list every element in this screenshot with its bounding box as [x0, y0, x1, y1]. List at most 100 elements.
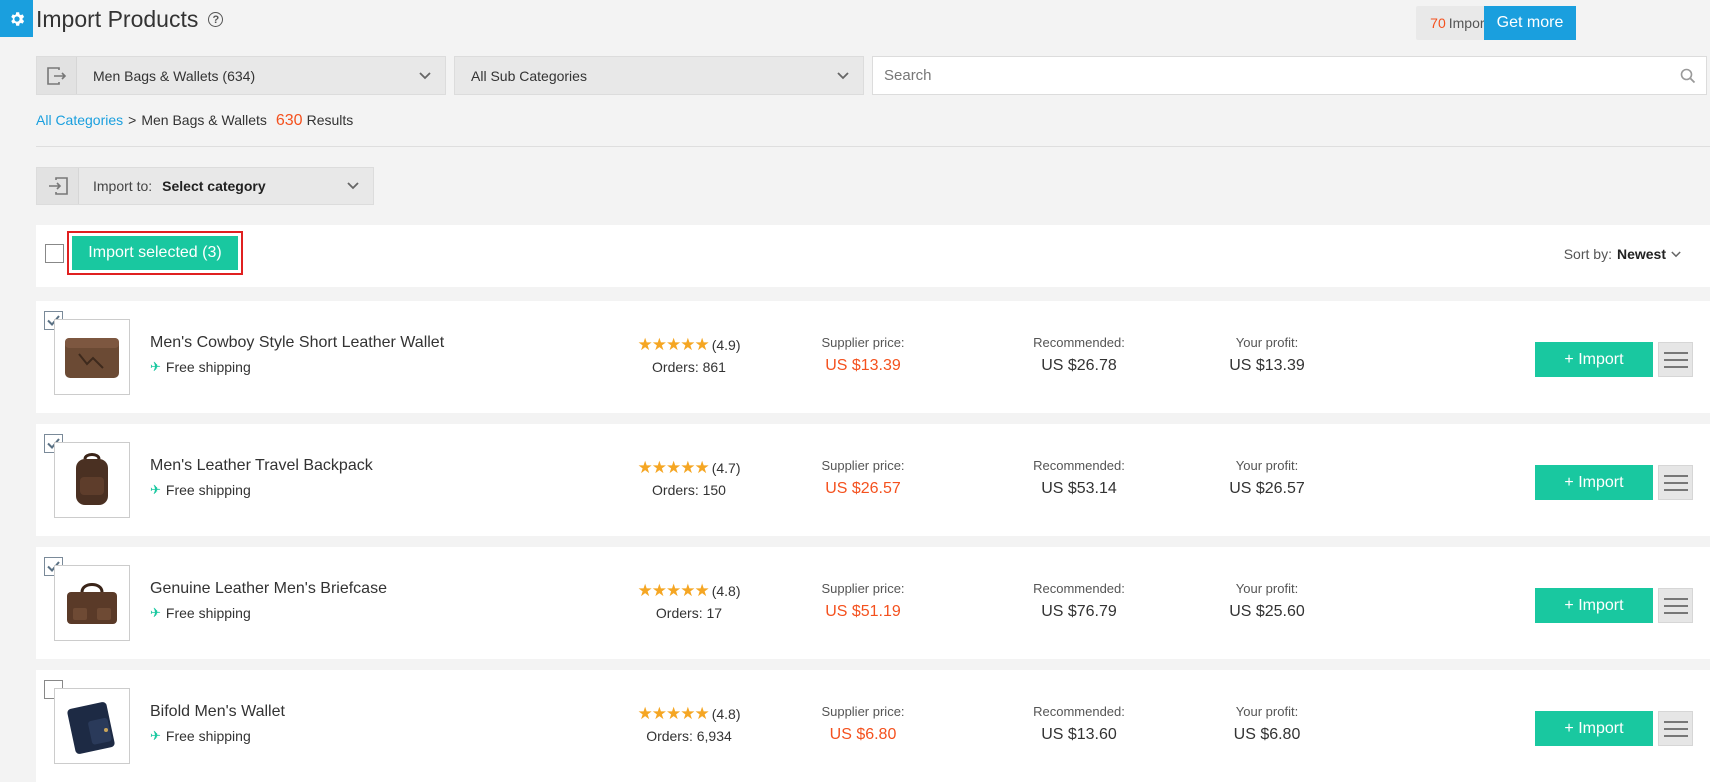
supplier-price: Supplier price: US $51.19: [783, 581, 943, 621]
profit: Your profit: US $25.60: [1187, 581, 1347, 621]
hamburger-menu-icon[interactable]: [1658, 342, 1693, 377]
question-icon[interactable]: ?: [208, 12, 224, 27]
star-rating-icon: ★★★★★: [637, 458, 710, 477]
product-row: Men's Leather Travel Backpack ✈ Free shi…: [36, 424, 1710, 536]
supplier-price-label: Supplier price:: [821, 581, 905, 596]
chevron-down-icon: [823, 71, 863, 80]
airplane-icon: ✈: [150, 359, 161, 374]
rating-value: (4.7): [711, 460, 741, 476]
import-icon: [37, 168, 79, 204]
airplane-icon: ✈: [150, 605, 161, 620]
star-rating-icon: ★★★★★: [637, 704, 710, 723]
hamburger-menu-icon[interactable]: [1658, 711, 1693, 746]
free-shipping: ✈ Free shipping: [150, 359, 251, 375]
rating-value: (4.8): [711, 706, 741, 722]
order-count: Orders: 150: [652, 482, 726, 498]
recommended-price: Recommended: US $76.79: [999, 581, 1159, 621]
result-count: 630: [275, 112, 303, 129]
get-more-button[interactable]: Get more: [1484, 6, 1576, 40]
product-name[interactable]: Men's Leather Travel Backpack: [150, 457, 373, 475]
supplier-price: Supplier price: US $26.57: [783, 458, 943, 498]
import-button[interactable]: + Import: [1535, 711, 1653, 746]
star-rating-icon: ★★★★★: [637, 581, 710, 600]
product-thumbnail[interactable]: [54, 319, 130, 395]
product-name[interactable]: Bifold Men's Wallet: [150, 703, 285, 721]
product-thumbnail[interactable]: [54, 442, 130, 518]
supplier-price-value: US $13.39: [825, 357, 901, 374]
product-thumbnail[interactable]: [54, 565, 130, 641]
category-dropdown-label: Men Bags & Wallets (634): [93, 67, 256, 84]
supplier-price-label: Supplier price:: [821, 335, 905, 350]
profit: Your profit: US $6.80: [1187, 704, 1347, 744]
search-input[interactable]: [873, 67, 1670, 84]
sub-category-dropdown[interactable]: All Sub Categories: [454, 56, 864, 95]
product-thumbnail[interactable]: [54, 688, 130, 764]
recommended-price-value: US $53.14: [1041, 480, 1117, 497]
recommended-price-value: US $13.60: [1041, 726, 1117, 743]
sort-dropdown[interactable]: Sort by: Newest: [1564, 246, 1681, 262]
import-selected-highlight: Import selected (3): [67, 231, 243, 275]
profit-value: US $25.60: [1229, 603, 1305, 620]
select-all-checkbox[interactable]: [45, 244, 64, 263]
sub-category-dropdown-label: All Sub Categories: [471, 67, 587, 84]
product-rating: ★★★★★ (4.9): [614, 335, 764, 355]
profit-value: US $6.80: [1233, 726, 1301, 743]
profit: Your profit: US $26.57: [1187, 458, 1347, 498]
rating-value: (4.8): [711, 583, 741, 599]
breadcrumb-all-categories[interactable]: All Categories: [36, 112, 123, 128]
profit: Your profit: US $13.39: [1187, 335, 1347, 375]
search-icon[interactable]: [1670, 68, 1706, 84]
search-box: [872, 56, 1707, 95]
gear-icon: [10, 11, 24, 26]
star-rating-icon: ★★★★★: [637, 335, 710, 354]
free-shipping-label: Free shipping: [165, 605, 251, 621]
product-row: Men's Cowboy Style Short Leather Wallet …: [36, 301, 1710, 413]
chevron-down-icon: [1671, 250, 1681, 258]
page-title: Import Products ?: [36, 6, 224, 33]
product-name[interactable]: Men's Cowboy Style Short Leather Wallet: [150, 334, 444, 352]
import-button[interactable]: + Import: [1535, 342, 1653, 377]
recommended-price-label: Recommended:: [1033, 704, 1125, 719]
settings-tab[interactable]: [0, 0, 33, 37]
bulk-toolbar: Import selected (3) Sort by: Newest: [36, 225, 1710, 287]
supplier-price: Supplier price: US $6.80: [783, 704, 943, 744]
profit-label: Your profit:: [1235, 335, 1299, 350]
breadcrumb-separator: >: [128, 112, 137, 128]
free-shipping: ✈ Free shipping: [150, 605, 251, 621]
profit-value: US $13.39: [1229, 357, 1305, 374]
product-row: Bifold Men's Wallet ✈ Free shipping ★★★★…: [36, 670, 1710, 782]
free-shipping-label: Free shipping: [165, 359, 251, 375]
hamburger-menu-icon[interactable]: [1658, 588, 1693, 623]
product-row: Genuine Leather Men's Briefcase ✈ Free s…: [36, 547, 1710, 659]
free-shipping-label: Free shipping: [165, 482, 251, 498]
recommended-price-label: Recommended:: [1033, 458, 1125, 473]
recommended-price: Recommended: US $13.60: [999, 704, 1159, 744]
hamburger-menu-icon[interactable]: [1658, 465, 1693, 500]
supplier-price: Supplier price: US $13.39: [783, 335, 943, 375]
import-button[interactable]: + Import: [1535, 588, 1653, 623]
import-to-dropdown[interactable]: Import to: Select category: [36, 167, 374, 205]
breadcrumb-current: Men Bags & Wallets: [141, 112, 267, 128]
import-selected-button[interactable]: Import selected (3): [72, 236, 238, 270]
product-rating: ★★★★★ (4.7): [614, 458, 764, 478]
divider: [36, 146, 1710, 147]
profit-value: US $26.57: [1229, 480, 1305, 497]
free-shipping: ✈ Free shipping: [150, 728, 251, 744]
profit-label: Your profit:: [1235, 704, 1299, 719]
category-dropdown[interactable]: Men Bags & Wallets (634): [36, 56, 446, 95]
recommended-price-value: US $76.79: [1041, 603, 1117, 620]
product-rating: ★★★★★ (4.8): [614, 581, 764, 601]
airplane-icon: ✈: [150, 728, 161, 743]
chevron-down-icon: [333, 182, 373, 190]
import-button[interactable]: + Import: [1535, 465, 1653, 500]
supplier-price-value: US $6.80: [829, 726, 897, 743]
airplane-icon: ✈: [150, 482, 161, 497]
breadcrumb: All Categories > Men Bags & Wallets 630 …: [36, 112, 353, 130]
import-to-value: Select category: [162, 178, 266, 194]
free-shipping: ✈ Free shipping: [150, 482, 251, 498]
product-name[interactable]: Genuine Leather Men's Briefcase: [150, 580, 387, 598]
recommended-price: Recommended: US $26.78: [999, 335, 1159, 375]
recommended-price-label: Recommended:: [1033, 581, 1125, 596]
supplier-price-value: US $26.57: [825, 480, 901, 497]
product-rating: ★★★★★ (4.8): [614, 704, 764, 724]
